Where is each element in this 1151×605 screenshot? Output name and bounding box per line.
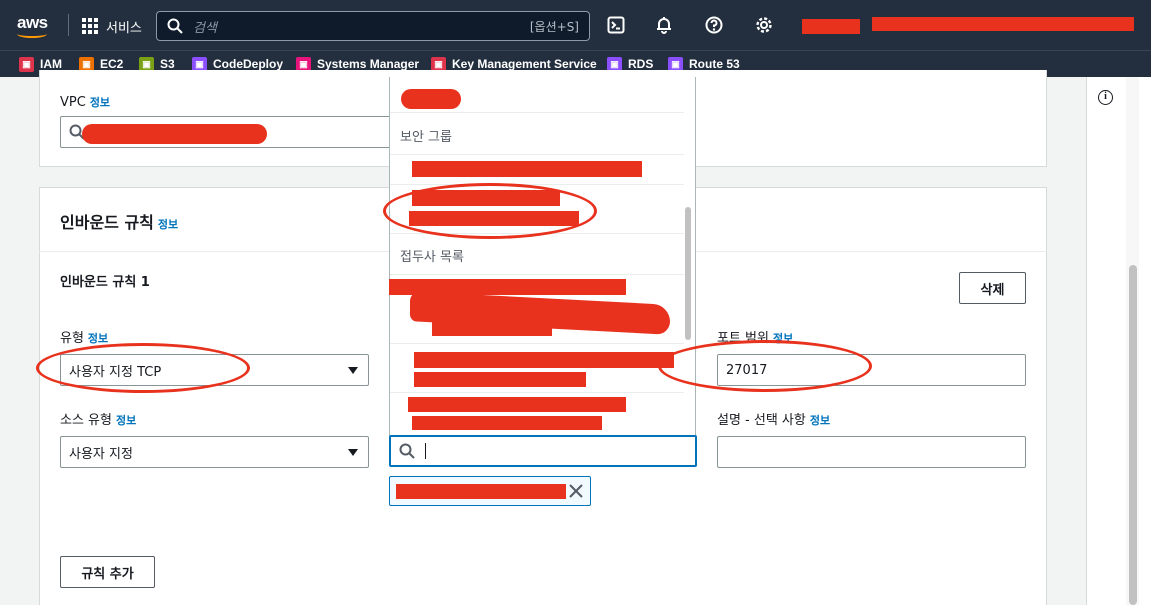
nav-divider	[68, 14, 69, 36]
grid-icon	[82, 18, 98, 34]
close-icon[interactable]	[567, 482, 585, 500]
annotation-ring	[658, 340, 872, 392]
group-prefix-lists: 접두사 목록	[400, 250, 464, 265]
cloudshell-icon[interactable]	[605, 14, 627, 36]
help-side-panel	[1086, 77, 1151, 605]
redacted-token-value	[396, 484, 566, 499]
description-input[interactable]	[717, 436, 1026, 468]
caret-down-icon	[348, 367, 358, 374]
search-placeholder: 검색	[193, 20, 217, 36]
top-navigation: aws 서비스 검색 [옵션+S]	[0, 0, 1151, 50]
services-menu-button[interactable]: 서비스	[82, 15, 142, 37]
redacted-option	[414, 352, 674, 368]
aws-logo[interactable]: aws	[14, 12, 54, 38]
search-icon	[399, 443, 415, 459]
bell-icon[interactable]	[653, 14, 675, 36]
iam-icon: ▣	[19, 56, 34, 72]
description-label: 설명 - 선택 사항 정보	[717, 413, 831, 428]
source-search-input[interactable]	[389, 435, 697, 467]
type-info-link[interactable]: 정보	[88, 332, 108, 345]
type-label: 유형 정보	[60, 331, 109, 346]
source-type-info-link[interactable]: 정보	[116, 414, 136, 427]
page-scrollbar-thumb[interactable]	[1129, 265, 1137, 605]
source-type-select[interactable]: 사용자 지정	[60, 436, 369, 468]
global-search[interactable]: 검색 [옵션+S]	[156, 11, 590, 41]
help-icon[interactable]	[703, 14, 725, 36]
redacted-region	[802, 19, 860, 34]
redacted-option	[401, 89, 461, 109]
annotation-ring	[36, 343, 250, 393]
info-icon[interactable]: i	[1098, 90, 1113, 105]
inbound-rule-1-title: 인바운드 규칙 1	[60, 275, 150, 290]
text-caret	[425, 443, 426, 459]
vpc-info-link[interactable]: 정보	[90, 96, 110, 109]
redacted-option	[414, 372, 586, 387]
redacted-option	[408, 397, 626, 412]
delete-rule-button[interactable]: 삭제	[959, 272, 1026, 304]
add-rule-button[interactable]: 규칙 추가	[60, 556, 155, 588]
inbound-info-link[interactable]: 정보	[158, 218, 178, 231]
services-label: 서비스	[106, 20, 142, 36]
source-type-label: 소스 유형 정보	[60, 413, 137, 428]
redacted-option	[412, 161, 642, 177]
search-icon	[167, 18, 183, 34]
vpc-label: VPC 정보	[60, 95, 111, 110]
redacted-option	[412, 416, 602, 430]
caret-down-icon	[348, 449, 358, 456]
redacted-option	[432, 320, 552, 336]
annotation-ring	[383, 183, 597, 239]
gear-icon[interactable]	[753, 14, 775, 36]
redacted-vpc-value	[82, 124, 267, 144]
search-shortcut: [옵션+S]	[529, 19, 579, 34]
dropdown-scrollbar[interactable]	[685, 207, 691, 340]
group-security-groups: 보안 그룹	[400, 130, 452, 145]
redacted-account	[872, 17, 1134, 31]
description-info-link[interactable]: 정보	[810, 414, 830, 427]
inbound-rules-title: 인바운드 규칙 정보	[60, 213, 179, 232]
